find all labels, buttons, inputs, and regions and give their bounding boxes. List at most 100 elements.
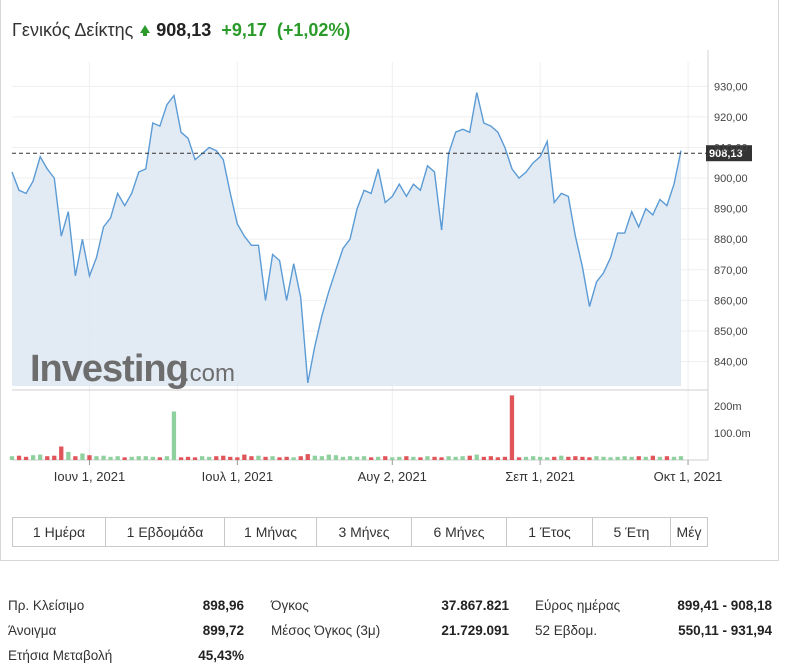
stat-label: Άνοιγμα xyxy=(8,623,57,638)
y-axis: 930,00 920,00 910,00 900,00 890,00 880,00 870,… xyxy=(714,81,748,368)
volume-bar xyxy=(467,455,472,460)
tab-1-month[interactable]: 1 Μήνας xyxy=(225,518,317,546)
volume-bar xyxy=(122,457,127,460)
volume-bar xyxy=(108,456,113,460)
volume-bar xyxy=(143,456,148,460)
stat-label: 52 Εβδομ. xyxy=(535,623,598,638)
volume-bar xyxy=(16,455,22,460)
volume-bar xyxy=(242,454,247,460)
volume-bar xyxy=(601,456,606,460)
timeframe-tabs: 1 Ημέρα 1 Εβδομάδα 1 Μήνας 3 Μήνες 6 Μήν… xyxy=(12,517,708,547)
y-tick-label: 850,00 xyxy=(714,326,748,338)
stat-value: 21.729.091 xyxy=(441,623,509,638)
volume-bar xyxy=(657,456,662,460)
volume-bar xyxy=(73,456,78,460)
volume-bar xyxy=(200,456,205,460)
volume-bar xyxy=(594,456,599,460)
volume-bar xyxy=(608,457,613,460)
y-tick-label: 890,00 xyxy=(714,204,748,216)
volume-bar xyxy=(566,456,571,460)
volume-bar xyxy=(164,456,170,460)
tab-5-years[interactable]: 5 Έτη xyxy=(593,518,671,546)
stat-value: 550,11 - 931,94 xyxy=(678,623,772,638)
volume-bar xyxy=(418,457,423,460)
volume-bar xyxy=(425,456,430,460)
volume-bar xyxy=(101,455,106,460)
volume-bar xyxy=(312,455,317,460)
volume-bar xyxy=(629,456,634,460)
volume-bar xyxy=(538,456,543,460)
index-change: +9,17 xyxy=(221,19,267,40)
tab-3-months[interactable]: 3 Μήνες xyxy=(317,518,412,546)
volume-bar xyxy=(23,456,29,460)
volume-bar xyxy=(150,456,155,460)
volume-bar xyxy=(52,455,57,460)
x-tick-label: Ιουν 1, 2021 xyxy=(54,469,125,484)
volume-bar xyxy=(333,455,339,460)
volume-bar xyxy=(284,456,289,460)
volume-bar xyxy=(59,446,64,460)
volume-bar xyxy=(319,456,324,460)
volume-bar xyxy=(531,456,536,460)
volume-bar xyxy=(136,456,141,460)
price-chart[interactable]: Investing .com 908,13 930,00920,00910,00… xyxy=(0,50,780,500)
volume-bar xyxy=(228,456,233,460)
volume-axis: 200m 100.0m xyxy=(714,401,751,440)
volume-bar xyxy=(678,456,684,460)
volume-bar xyxy=(383,456,388,460)
volume-bar xyxy=(432,456,437,460)
volume-bar xyxy=(495,457,500,460)
volume-bar xyxy=(369,457,374,460)
volume-bar xyxy=(488,456,493,460)
volume-bar xyxy=(235,457,240,460)
index-header: Γενικός Δείκτης 908,13 +9,17 (+1,02%) xyxy=(12,18,350,42)
volume-bar xyxy=(185,456,191,460)
volume-bar xyxy=(354,456,360,460)
y-tick-label: 840,00 xyxy=(714,357,748,369)
volume-bar xyxy=(66,451,71,460)
volume-bar xyxy=(263,456,268,460)
volume-bar xyxy=(80,453,85,460)
y-tick-label: 920,00 xyxy=(714,112,748,124)
volume-bar xyxy=(474,454,479,460)
volume-bar xyxy=(157,457,162,460)
tab-6-months[interactable]: 6 Μήνες xyxy=(412,518,507,546)
volume-bar xyxy=(446,456,451,460)
volume-bar xyxy=(552,456,557,460)
y-tick-label: 870,00 xyxy=(714,265,748,277)
volume-bar xyxy=(87,455,92,460)
volume-bar xyxy=(636,456,641,460)
tab-max[interactable]: Μέγ xyxy=(671,518,707,546)
volume-bars xyxy=(9,395,684,460)
volume-bar xyxy=(587,457,592,460)
stat-value: 899,41 - 908,18 xyxy=(677,598,772,613)
volume-bar xyxy=(622,456,627,460)
volume-bar xyxy=(460,456,465,460)
up-arrow-icon xyxy=(140,25,151,36)
volume-bar xyxy=(481,456,486,460)
volume-bar xyxy=(94,456,99,460)
volume-bar xyxy=(221,455,226,460)
volume-bar xyxy=(615,456,620,460)
volume-bar xyxy=(31,455,36,460)
stat-label: Μέσος Όγκος (3μ) xyxy=(271,623,381,638)
tab-1-year[interactable]: 1 Έτος xyxy=(507,518,593,546)
volume-bar xyxy=(502,456,508,460)
volume-bar xyxy=(347,456,353,460)
volume-bar xyxy=(340,456,346,460)
tab-1-week[interactable]: 1 Εβδομάδα xyxy=(106,518,225,546)
volume-bar xyxy=(643,456,648,460)
volume-bar xyxy=(545,457,550,460)
volume-bar xyxy=(305,454,310,460)
stat-label: Όγκος xyxy=(271,598,309,613)
y-tick-label: 930,00 xyxy=(714,81,748,93)
tab-1-day[interactable]: 1 Ημέρα xyxy=(13,518,106,546)
stat-label: Πρ. Κλείσιμο xyxy=(8,598,85,613)
volume-bar xyxy=(671,456,677,460)
index-title: Γενικός Δείκτης xyxy=(12,19,134,40)
volume-bar xyxy=(523,456,529,460)
y-tick-label: 880,00 xyxy=(714,234,748,246)
volume-bar xyxy=(650,455,655,460)
volume-bar xyxy=(214,456,219,460)
watermark-brand: Investing xyxy=(30,348,188,390)
